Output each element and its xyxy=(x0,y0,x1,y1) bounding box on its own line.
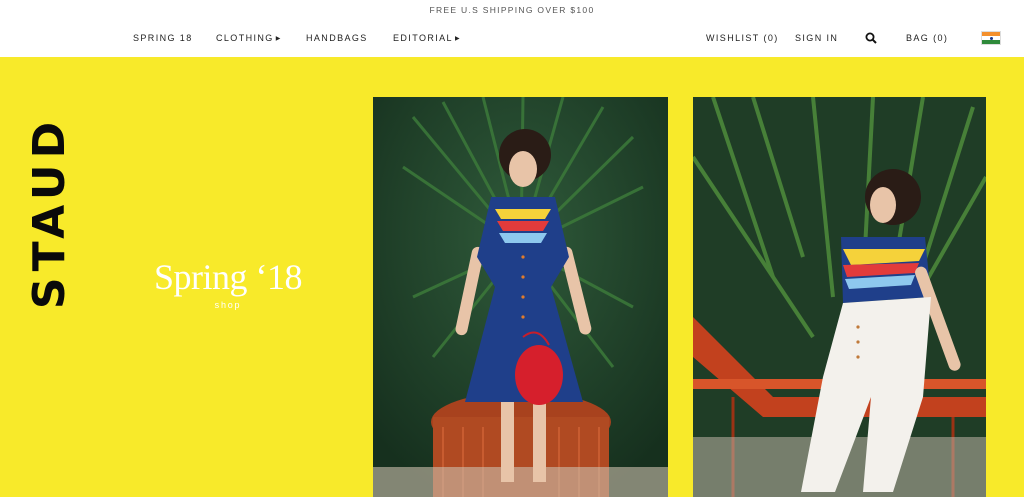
nav-wishlist[interactable]: WISHLIST (0) xyxy=(706,33,779,43)
nav-editorial-label: EDITORIAL xyxy=(393,33,453,43)
brand-logo[interactable]: STAUD xyxy=(25,116,76,309)
shop-link[interactable]: shop xyxy=(130,300,326,310)
nav-sign-in[interactable]: SIGN IN xyxy=(795,33,838,43)
nav-bag[interactable]: BAG (0) xyxy=(906,33,948,43)
collection-title[interactable]: Spring ‘18 xyxy=(130,256,326,298)
nav-spring-18[interactable]: SPRING 18 xyxy=(133,33,193,43)
nav-editorial[interactable]: EDITORIAL ▶ xyxy=(393,33,461,43)
main-nav: SPRING 18 CLOTHING ▶ HANDBAGS EDITORIAL ▶ … xyxy=(0,20,1024,57)
promo-banner: FREE U.S SHIPPING OVER $100 xyxy=(0,0,1024,20)
india-flag-icon[interactable] xyxy=(981,31,1001,45)
nav-clothing[interactable]: CLOTHING ▶ xyxy=(216,33,282,43)
campaign-photo-seated-model[interactable] xyxy=(693,97,986,497)
nav-handbags[interactable]: HANDBAGS xyxy=(306,33,368,43)
nav-clothing-label: CLOTHING xyxy=(216,33,274,43)
caret-right-icon: ▶ xyxy=(454,36,461,42)
search-icon[interactable] xyxy=(865,32,877,44)
caret-right-icon: ▶ xyxy=(275,36,282,42)
promo-text: FREE U.S SHIPPING OVER $100 xyxy=(429,5,595,15)
campaign-photo-standing-model[interactable] xyxy=(373,97,668,497)
brand-logo-text: STAUD xyxy=(24,115,76,310)
